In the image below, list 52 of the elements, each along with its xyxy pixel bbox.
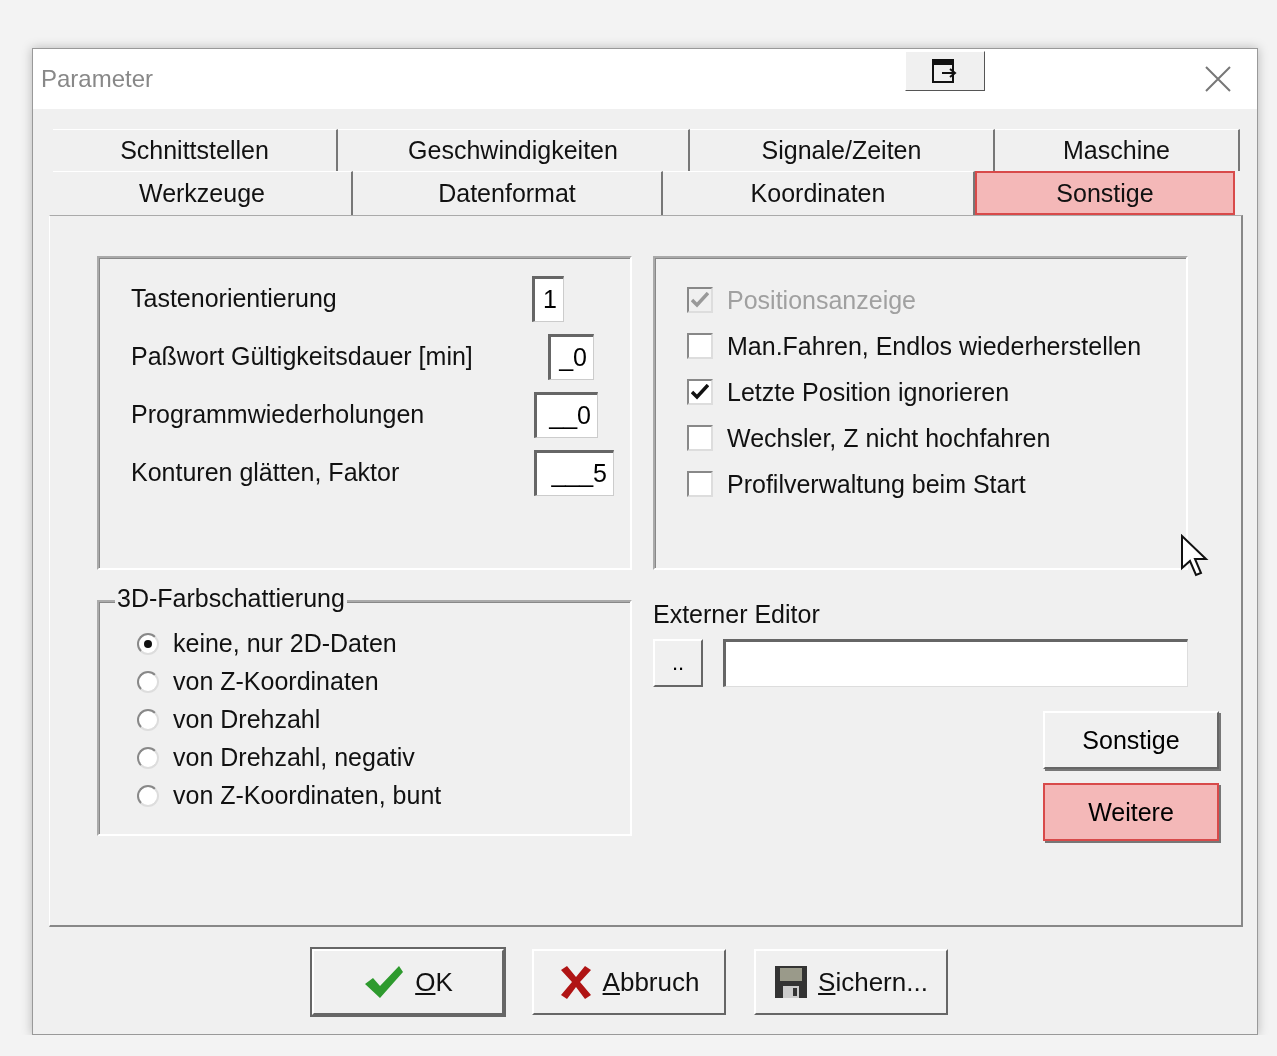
checkbox-label: Profilverwaltung beim Start (727, 469, 1026, 499)
tab[interactable]: Sonstige (975, 171, 1235, 215)
cancel-button[interactable]: Abbruch (532, 949, 726, 1015)
checkmark-icon (363, 964, 406, 1000)
window-title: Parameter (41, 65, 154, 93)
tab[interactable]: Signale/Zeiten (690, 129, 995, 171)
radio-button[interactable] (137, 784, 159, 807)
ok-button[interactable]: OK (312, 949, 504, 1015)
side-button[interactable]: Sonstige (1043, 711, 1219, 769)
checkbox[interactable] (687, 471, 713, 497)
radio-button[interactable] (137, 746, 159, 769)
checkbox-label: Positionsanzeige (727, 285, 916, 315)
radio-label: von Z-Koordinaten (173, 667, 379, 696)
radio-label: von Drehzahl, negativ (173, 743, 415, 772)
radio-button[interactable] (137, 708, 159, 731)
checkmark-icon (691, 292, 709, 308)
cross-icon (558, 964, 593, 1000)
checkmark-icon (691, 384, 709, 400)
exit-icon (932, 59, 958, 83)
field-label: Konturen glätten, Faktor (131, 458, 400, 487)
field-label: Paßwort Gültigkeitsdauer [min] (131, 342, 473, 371)
editor-label: Externer Editor (653, 600, 821, 629)
close-icon (1203, 63, 1233, 94)
editor-path-field[interactable] (723, 639, 1188, 687)
radio-label: von Drehzahl (173, 705, 321, 734)
mouse-cursor-icon (1180, 534, 1210, 578)
field-label: Programmwiederholungen (131, 400, 425, 429)
input-field[interactable]: 1 (532, 275, 564, 322)
input-field[interactable]: ___5 (534, 449, 614, 496)
input-field[interactable]: __0 (534, 391, 598, 438)
input-field[interactable]: _0 (548, 333, 594, 380)
side-button[interactable]: Weitere (1043, 783, 1219, 841)
checkbox[interactable] (687, 425, 713, 451)
radio-label: keine, nur 2D-Daten (173, 629, 397, 658)
tab[interactable]: Maschine (995, 129, 1240, 171)
tab[interactable]: Datenformat (353, 171, 663, 215)
radio-button[interactable] (137, 670, 159, 693)
radio-button[interactable] (137, 632, 159, 655)
tab[interactable]: Werkzeuge (53, 171, 353, 215)
checkbox-label: Letzte Position ignorieren (727, 377, 1010, 407)
checkbox-label: Man.Fahren, Endlos wiederherstellen (727, 331, 1142, 361)
tab[interactable]: Koordinaten (663, 171, 975, 215)
window-button[interactable] (905, 51, 985, 91)
tab[interactable]: Geschwindigkeiten (338, 129, 690, 171)
tab[interactable]: Schnittstellen (53, 129, 338, 171)
save-button[interactable]: Sichern... (754, 949, 948, 1015)
field-label: Tastenorientierung (131, 284, 337, 313)
checkbox-label: Wechsler, Z nicht hochfahren (727, 423, 1051, 453)
radio-label: von Z-Koordinaten, bunt (173, 781, 442, 810)
checkbox[interactable] (687, 379, 713, 405)
browse-button[interactable]: .. (653, 639, 703, 687)
checkbox[interactable] (687, 333, 713, 359)
